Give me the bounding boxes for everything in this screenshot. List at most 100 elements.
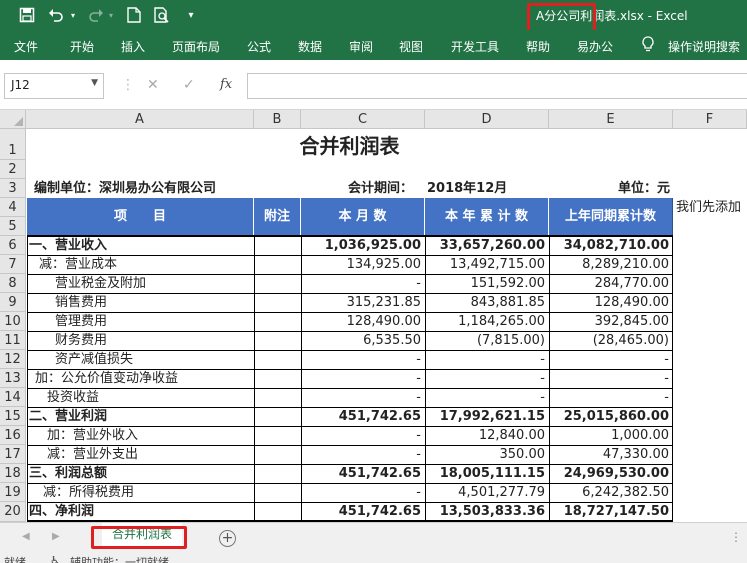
line-note[interactable] [254,445,301,464]
redo-icon[interactable] [86,5,106,25]
tab-formulas[interactable]: 公式 [247,38,271,55]
row-header[interactable]: 17 [0,445,26,464]
tab-data[interactable]: 数据 [298,38,322,55]
line-item-label[interactable]: 营业税金及附加 [55,274,146,293]
print-preview-icon[interactable] [152,5,172,25]
line-note[interactable] [254,331,301,350]
line-prior-value[interactable]: 392,845.00 [549,312,673,331]
chevron-right-icon[interactable]: ▶ [52,531,60,542]
line-prior-value[interactable]: - [549,369,673,388]
line-prior-value[interactable]: 8,289,210.00 [549,255,673,274]
line-ytd-value[interactable]: 18,005,111.15 [425,464,549,483]
chevron-down-icon[interactable]: ▼ [91,78,98,88]
line-item-label[interactable]: 减：营业外支出 [47,445,138,464]
line-month-value[interactable]: 128,490.00 [301,312,425,331]
line-ytd-value[interactable]: 13,503,833.36 [425,502,549,521]
row-header[interactable]: 16 [0,426,26,445]
row-header[interactable]: 2 [0,160,26,179]
line-month-value[interactable]: 134,925.00 [301,255,425,274]
line-ytd-value[interactable]: 151,592.00 [425,274,549,293]
tab-review[interactable]: 审阅 [349,38,373,55]
row-header[interactable]: 3 [0,179,26,198]
line-month-value[interactable]: 315,231.85 [301,293,425,312]
line-ytd-value[interactable]: 13,492,715.00 [425,255,549,274]
line-ytd-value[interactable]: 1,184,265.00 [425,312,549,331]
tab-home[interactable]: 开始 [70,38,94,55]
line-note[interactable] [254,312,301,331]
tab-help[interactable]: 帮助 [526,38,550,55]
line-item-label[interactable]: 投资收益 [47,388,99,407]
line-note[interactable] [254,502,301,521]
line-month-value[interactable]: - [301,483,425,502]
line-item-label[interactable]: 二、营业利润 [29,407,107,426]
column-header-f[interactable]: F [673,110,747,129]
line-month-value[interactable]: 451,742.65 [301,407,425,426]
name-box[interactable]: J12 ▼ [4,73,104,99]
line-month-value[interactable]: - [301,350,425,369]
column-header-d[interactable]: D [425,110,549,129]
enter-icon[interactable]: ✓ [183,77,195,93]
line-note[interactable] [254,483,301,502]
row-header[interactable]: 5 [0,217,26,236]
row-header[interactable]: 9 [0,293,26,312]
line-note[interactable] [254,369,301,388]
line-ytd-value[interactable]: - [425,388,549,407]
worksheet-grid[interactable]: A B C D E F 1 2 3 4 5 6 7 8 9 10 11 12 1… [0,110,747,522]
accessibility-icon[interactable]: ♿ [50,554,60,563]
line-month-value[interactable]: - [301,445,425,464]
line-month-value[interactable]: 451,742.65 [301,464,425,483]
undo-icon[interactable] [46,5,66,25]
line-prior-value[interactable]: 128,490.00 [549,293,673,312]
tab-view[interactable]: 视图 [399,38,423,55]
line-note[interactable] [254,350,301,369]
line-prior-value[interactable]: 47,330.00 [549,445,673,464]
line-item-label[interactable]: 资产减值损失 [55,350,133,369]
line-item-label[interactable]: 三、利润总额 [29,464,107,483]
new-file-icon[interactable] [124,5,144,25]
row-header[interactable]: 18 [0,464,26,483]
line-item-label[interactable]: 加：公允价值变动净收益 [35,369,178,388]
line-month-value[interactable]: - [301,388,425,407]
formula-input[interactable] [247,73,747,99]
line-item-label[interactable]: 减：所得税费用 [43,483,134,502]
row-header[interactable]: 14 [0,388,26,407]
line-ytd-value[interactable]: 350.00 [425,445,549,464]
undo-dropdown-icon[interactable]: ▾ [68,5,78,25]
save-icon[interactable] [17,5,37,25]
row-header[interactable]: 15 [0,407,26,426]
column-header-e[interactable]: E [549,110,673,129]
line-item-label[interactable]: 四、净利润 [29,502,94,521]
line-item-label[interactable]: 加：营业外收入 [47,426,138,445]
line-ytd-value[interactable]: - [425,369,549,388]
row-header[interactable]: 8 [0,274,26,293]
line-ytd-value[interactable]: 12,840.00 [425,426,549,445]
line-ytd-value[interactable]: 843,881.85 [425,293,549,312]
line-note[interactable] [254,407,301,426]
line-item-label[interactable]: 一、营业收入 [29,236,107,255]
chevron-left-icon[interactable]: ◀ [22,531,30,542]
line-month-value[interactable]: 451,742.65 [301,502,425,521]
row-header[interactable]: 1 [0,129,26,160]
tab-yibangong[interactable]: 易办公 [577,38,613,55]
line-prior-value[interactable]: 24,969,530.00 [549,464,673,483]
line-ytd-value[interactable]: 33,657,260.00 [425,236,549,255]
line-prior-value[interactable]: 34,082,710.00 [549,236,673,255]
line-note[interactable] [254,426,301,445]
line-ytd-value[interactable]: 4,501,277.79 [425,483,549,502]
cancel-icon[interactable]: ✕ [147,77,159,93]
line-prior-value[interactable]: - [549,388,673,407]
tab-insert[interactable]: 插入 [121,38,145,55]
insert-function-icon[interactable]: fx [220,77,232,92]
status-accessibility[interactable]: 辅助功能：一切就绪 [70,554,169,563]
customize-quick-access-icon[interactable]: ▾ [184,5,198,25]
line-prior-value[interactable]: 6,242,382.50 [549,483,673,502]
row-header[interactable]: 19 [0,483,26,502]
row-header[interactable]: 4 [0,198,26,217]
line-item-label[interactable]: 财务费用 [55,331,107,350]
row-header[interactable]: 6 [0,236,26,255]
line-month-value[interactable]: - [301,369,425,388]
line-item-label[interactable]: 销售费用 [55,293,107,312]
line-ytd-value[interactable]: 17,992,621.15 [425,407,549,426]
line-prior-value[interactable]: 284,770.00 [549,274,673,293]
row-header[interactable]: 12 [0,350,26,369]
